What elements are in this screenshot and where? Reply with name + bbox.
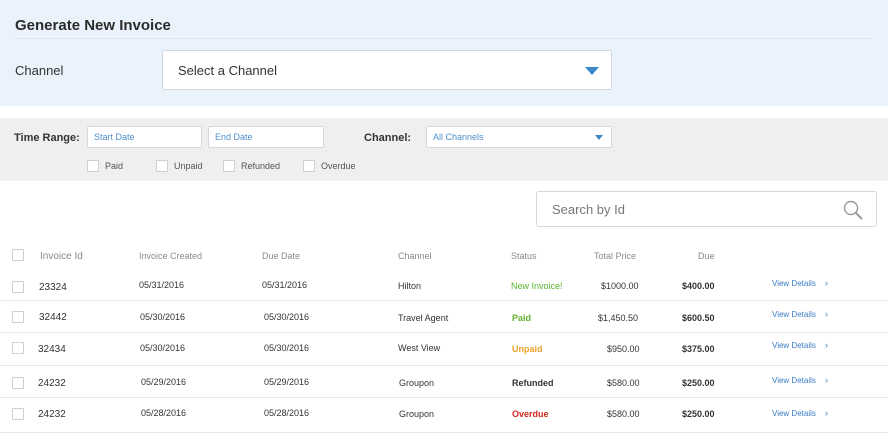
- unpaid-label: Unpaid: [174, 161, 203, 171]
- row-divider: [0, 397, 888, 398]
- paid-checkbox[interactable]: [87, 160, 99, 172]
- amount-due: $400.00: [682, 281, 715, 291]
- select-all-checkbox[interactable]: [12, 249, 24, 261]
- chevron-down-icon: [585, 67, 599, 75]
- invoice-id: 24232: [38, 409, 66, 420]
- total-price: $580.00: [607, 378, 640, 388]
- row-checkbox[interactable]: [12, 408, 24, 420]
- chevron-down-icon: [595, 135, 603, 140]
- filter-channel-value: All Channels: [433, 132, 484, 142]
- chevron-right-icon[interactable]: ›: [825, 408, 828, 418]
- due-date: 05/29/2016: [264, 377, 310, 387]
- filter-channel-label: Channel:: [364, 132, 412, 144]
- search-icon[interactable]: [842, 199, 864, 221]
- total-price: $1,450.50: [598, 313, 639, 323]
- due-date: 05/28/2016: [264, 408, 310, 418]
- row-checkbox[interactable]: [12, 377, 24, 389]
- invoice-id: 23324: [39, 282, 67, 293]
- header-total-price[interactable]: Total Price: [594, 251, 636, 261]
- view-details-link[interactable]: View Details: [772, 279, 816, 288]
- channel-select-value: Select a Channel: [178, 63, 278, 78]
- row-divider: [0, 432, 888, 433]
- header-channel[interactable]: Channel: [398, 251, 432, 261]
- invoice-created: 05/29/2016: [141, 377, 187, 387]
- channel-label: Channel: [15, 63, 64, 78]
- row-checkbox[interactable]: [12, 311, 24, 323]
- header-invoice-created[interactable]: Invoice Created: [139, 251, 202, 261]
- amount-due: $250.00: [682, 409, 715, 419]
- divider: [15, 38, 872, 39]
- status-badge: Paid: [512, 313, 532, 323]
- status-badge: New Invoice!: [511, 281, 563, 291]
- generate-invoice-title: Generate New Invoice: [15, 17, 171, 34]
- end-date-placeholder: End Date: [215, 132, 253, 142]
- chevron-right-icon[interactable]: ›: [825, 340, 828, 350]
- header-status[interactable]: Status: [511, 251, 537, 261]
- invoice-id: 32434: [38, 344, 66, 355]
- filter-channel-select[interactable]: All Channels: [426, 126, 612, 148]
- filter-bar: Time Range: Start Date End Date Channel:…: [0, 118, 888, 181]
- view-details-link[interactable]: View Details: [772, 409, 816, 418]
- amount-due: $250.00: [682, 378, 715, 388]
- row-divider: [0, 332, 888, 333]
- channel: Hilton: [398, 281, 422, 291]
- header-invoice-id[interactable]: Invoice Id: [40, 251, 83, 262]
- chevron-right-icon[interactable]: ›: [825, 309, 828, 319]
- overdue-label: Overdue: [321, 161, 356, 171]
- refunded-label: Refunded: [241, 161, 281, 171]
- time-range-label: Time Range:: [14, 132, 80, 144]
- due-date: 05/31/2016: [262, 280, 308, 290]
- due-date: 05/30/2016: [264, 343, 310, 353]
- header-due-date[interactable]: Due Date: [262, 251, 300, 261]
- row-divider: [0, 300, 888, 301]
- view-details-link[interactable]: View Details: [772, 341, 816, 350]
- channel-select[interactable]: Select a Channel: [162, 50, 612, 90]
- chevron-right-icon[interactable]: ›: [825, 375, 828, 385]
- status-badge: Refunded: [512, 378, 554, 388]
- invoice-id: 24232: [38, 378, 66, 389]
- invoice-created: 05/31/2016: [139, 280, 185, 290]
- view-details-link[interactable]: View Details: [772, 310, 816, 319]
- refunded-checkbox[interactable]: [223, 160, 235, 172]
- header-due[interactable]: Due: [698, 251, 715, 261]
- view-details-link[interactable]: View Details: [772, 376, 816, 385]
- chevron-right-icon[interactable]: ›: [825, 278, 828, 288]
- invoice-created: 05/30/2016: [140, 343, 186, 353]
- generate-invoice-panel: Generate New Invoice Channel Select a Ch…: [0, 0, 888, 106]
- amount-due: $600.50: [682, 313, 715, 323]
- row-checkbox[interactable]: [12, 342, 24, 354]
- search-placeholder: Search by Id: [552, 202, 625, 217]
- paid-label: Paid: [105, 161, 124, 171]
- status-badge: Unpaid: [512, 344, 543, 354]
- start-date-placeholder: Start Date: [94, 132, 135, 142]
- row-checkbox[interactable]: [12, 281, 24, 293]
- amount-due: $375.00: [682, 344, 715, 354]
- invoice-created: 05/30/2016: [140, 312, 186, 322]
- search-input[interactable]: Search by Id: [536, 191, 877, 227]
- total-price: $580.00: [607, 409, 640, 419]
- channel: Groupon: [399, 409, 435, 419]
- due-date: 05/30/2016: [264, 312, 310, 322]
- total-price: $1000.00: [601, 281, 639, 291]
- status-badge: Overdue: [512, 409, 549, 419]
- end-date-input[interactable]: End Date: [208, 126, 324, 148]
- invoice-created: 05/28/2016: [141, 408, 187, 418]
- start-date-input[interactable]: Start Date: [87, 126, 202, 148]
- channel: Travel Agent: [398, 313, 449, 323]
- channel: Groupon: [399, 378, 435, 388]
- unpaid-checkbox[interactable]: [156, 160, 168, 172]
- row-divider: [0, 365, 888, 366]
- overdue-checkbox[interactable]: [303, 160, 315, 172]
- invoice-id: 32442: [39, 312, 67, 323]
- total-price: $950.00: [607, 344, 640, 354]
- channel: West View: [398, 343, 441, 353]
